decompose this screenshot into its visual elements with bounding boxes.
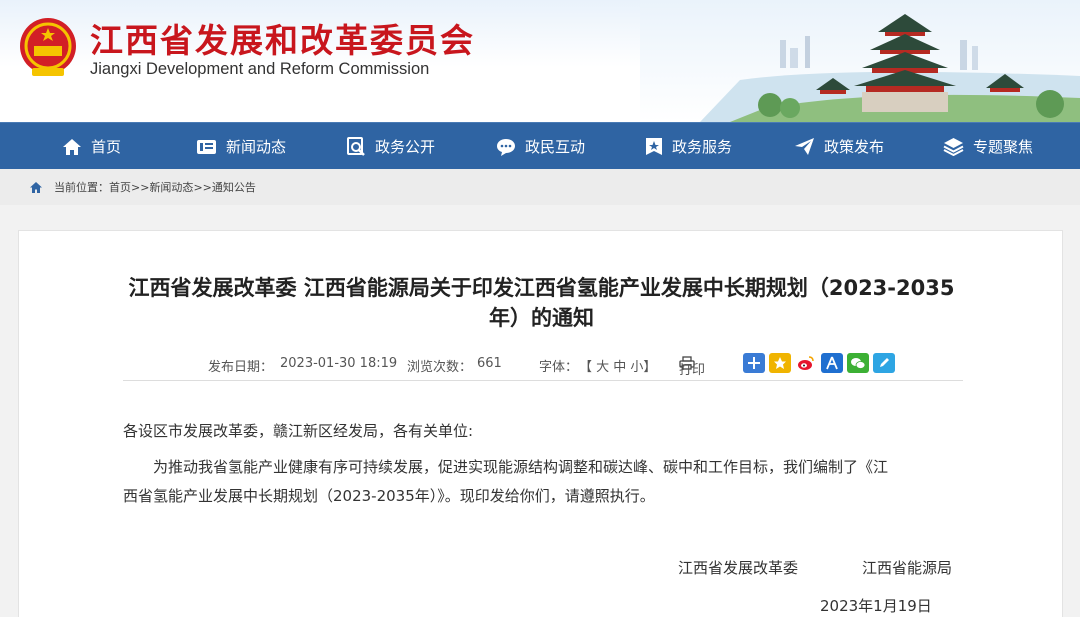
- nav-item-policy[interactable]: 政策发布: [794, 123, 884, 170]
- breadcrumb-separator: >>: [193, 180, 212, 194]
- site-title: 江西省发展和改革委员会: [90, 21, 475, 60]
- print-button[interactable]: 打印: [679, 356, 705, 378]
- nav-item-label: 新闻动态: [226, 138, 287, 156]
- nav-item-label: 政策发布: [824, 138, 885, 156]
- paragraph-line-2: 西省氢能产业发展中长期规划（2023-2035年）》。现印发给你们，请遵照执行。: [123, 487, 655, 505]
- views-label: 浏览次数：: [407, 360, 473, 375]
- nav-item-label: 专题聚焦: [973, 138, 1034, 156]
- signer-ndrc: 江西省发展改革委: [678, 559, 799, 577]
- paragraph-line-1: 为推动我省氢能产业健康有序可持续发展，促进实现能源结构调整和碳达峰、碳中和工作目…: [153, 458, 889, 476]
- tengwang-pavilion-banner: [640, 0, 1080, 122]
- site-subtitle: Jiangxi Development and Reform Commissio…: [90, 60, 430, 78]
- main-nav: 首页 新闻动态 政务公开 政民互动 政务服务 政策发布 专题聚焦: [0, 122, 1080, 169]
- paper-plane-icon: [795, 138, 814, 155]
- nav-item-label: 首页: [91, 138, 122, 156]
- home-icon: [63, 138, 81, 155]
- publish-date-label: 发布日期：: [208, 360, 274, 375]
- breadcrumb: 当前位置： 首页 >> 新闻动态 >> 通知公告: [0, 169, 1080, 205]
- breadcrumb-separator: >>: [131, 180, 150, 194]
- nav-item-interaction[interactable]: 政民互动: [496, 123, 585, 170]
- breadcrumb-home-link[interactable]: 首页: [109, 179, 131, 195]
- wechat-icon[interactable]: [847, 353, 869, 373]
- salutation: 各设区市发展改革委，赣江新区经发局，各有关单位:: [123, 422, 474, 440]
- site-header: 江西省发展和改革委员会 Jiangxi Development and Refo…: [0, 0, 1080, 122]
- star-badge-icon: [646, 138, 662, 155]
- gov-open-icon: [347, 137, 365, 156]
- plus-share-icon[interactable]: [743, 353, 765, 373]
- renren-icon[interactable]: [821, 353, 843, 373]
- nav-item-home[interactable]: 首页: [62, 123, 121, 170]
- news-icon: [197, 139, 216, 154]
- qzone-icon[interactable]: [769, 353, 791, 373]
- font-size-options[interactable]: 【 大 中 小】: [579, 356, 656, 375]
- weibo-icon[interactable]: [795, 353, 817, 373]
- nav-item-label: 政务服务: [672, 138, 733, 156]
- chat-icon: [497, 138, 515, 156]
- national-emblem-icon: [20, 18, 76, 76]
- font-size-label: 字体：: [539, 360, 579, 375]
- nav-item-service[interactable]: 政务服务: [645, 123, 732, 170]
- publish-date: 2023-01-30 18:19: [280, 356, 398, 371]
- nav-item-label: 政民互动: [525, 138, 586, 156]
- views-count: 661: [477, 356, 502, 371]
- article-card: 江西省发展改革委 江西省能源局关于印发江西省氢能产业发展中长期规划（2023-2…: [18, 230, 1063, 617]
- article-meta: 发布日期： 2023-01-30 18:19 浏览次数： 661 字体： 【 大…: [123, 353, 963, 381]
- breadcrumb-prefix: 当前位置：: [54, 181, 109, 194]
- signature-date: 2023年1月19日: [820, 597, 932, 615]
- nav-item-label: 政务公开: [375, 138, 436, 156]
- signer-energy-bureau: 江西省能源局: [862, 559, 953, 577]
- article-title: 江西省发展改革委 江西省能源局关于印发江西省氢能产业发展中长期规划（2023-2…: [128, 276, 955, 330]
- layers-icon: [943, 138, 964, 156]
- print-label: 打印: [679, 363, 706, 378]
- share-bar: [743, 353, 895, 373]
- nav-item-news[interactable]: 新闻动态: [196, 123, 286, 170]
- breadcrumb-news-link[interactable]: 新闻动态: [149, 179, 193, 195]
- breadcrumb-notice-link[interactable]: 通知公告: [212, 179, 256, 195]
- nav-item-topics[interactable]: 专题聚焦: [943, 123, 1033, 170]
- edit-share-icon[interactable]: [873, 353, 895, 373]
- nav-item-gov-open[interactable]: 政务公开: [346, 123, 435, 170]
- home-icon: [30, 181, 42, 193]
